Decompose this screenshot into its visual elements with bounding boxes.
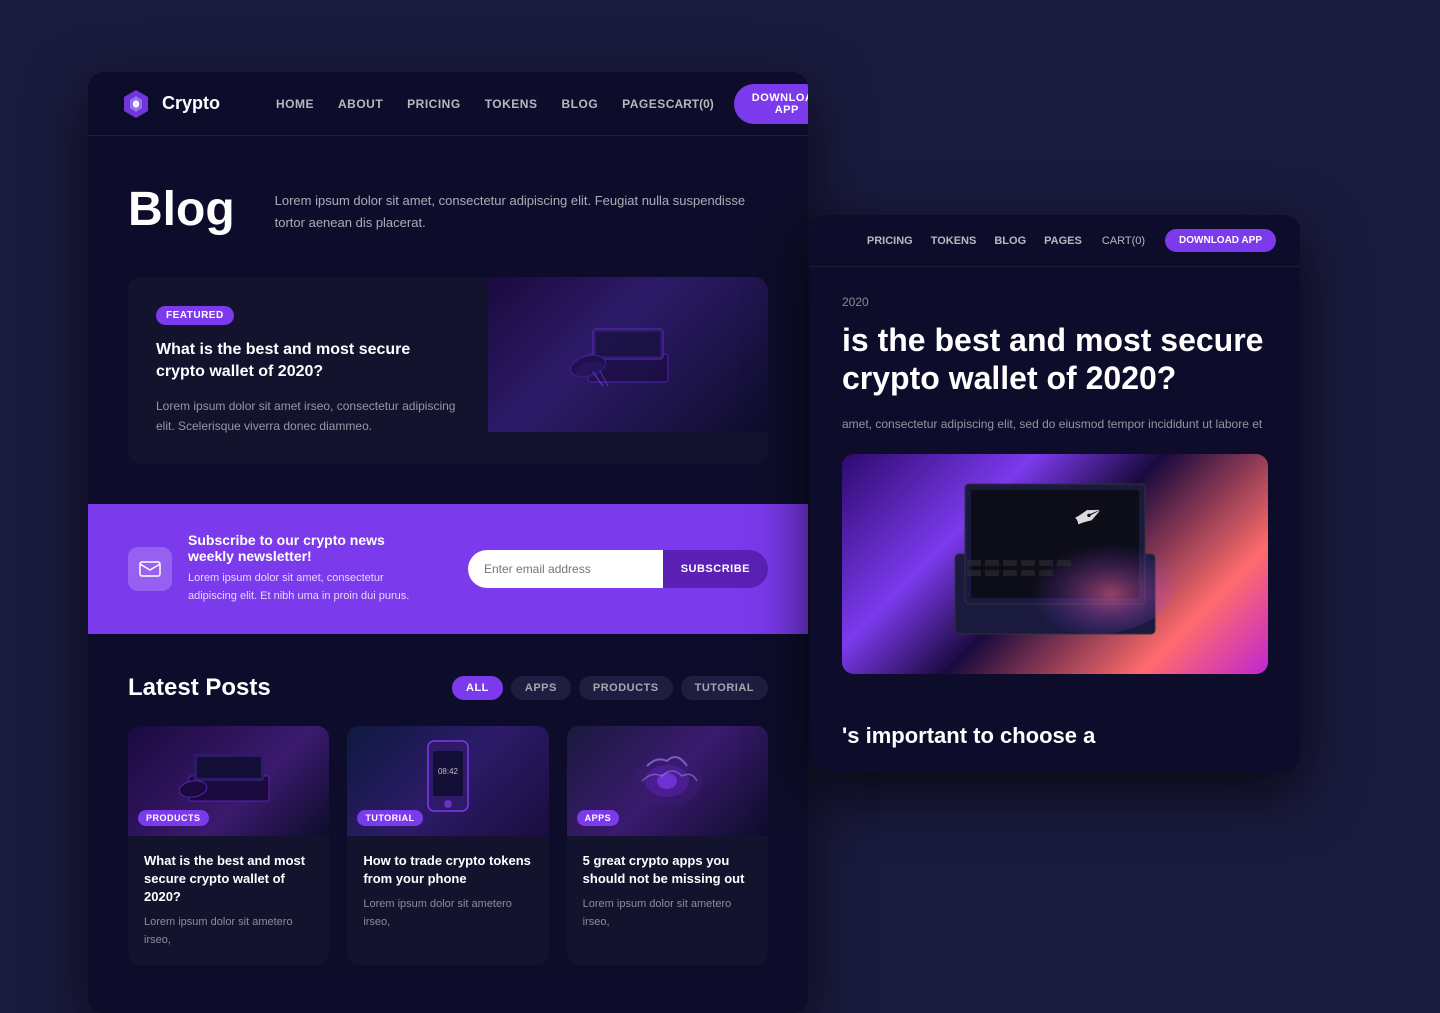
nav-about[interactable]: ABOUT [338, 97, 383, 111]
featured-content: FEATURED What is the best and most secur… [128, 277, 488, 465]
filter-all[interactable]: ALL [452, 676, 503, 700]
post-badge-2: TUTORIAL [357, 810, 422, 826]
second-laptop-illustration: ✒ [895, 464, 1215, 664]
newsletter-icon-wrap [128, 547, 172, 591]
download-app-button[interactable]: DOWNLOAD APP [734, 84, 808, 124]
second-bottom: 's important to choose a [810, 702, 1300, 771]
nav-pricing[interactable]: PRICING [407, 97, 461, 111]
post-illustration-2: 08:42 [418, 736, 478, 826]
newsletter-form: SUBSCRIBE [468, 550, 768, 588]
cart-label[interactable]: CART(0) [666, 97, 714, 111]
posts-grid: PRODUCTS What is the best and most secur… [128, 726, 768, 966]
newsletter-text-block: Subscribe to our crypto news weekly news… [188, 532, 428, 605]
newsletter-section: Subscribe to our crypto news weekly news… [88, 504, 808, 633]
nav-home[interactable]: HOME [276, 97, 314, 111]
nav-pages[interactable]: PAGES [622, 97, 666, 111]
featured-card-text: Lorem ipsum dolor sit amet irseo, consec… [156, 396, 460, 437]
featured-image-overlay [488, 277, 768, 432]
post-badge-1: PRODUCTS [138, 810, 209, 826]
post-image-3: APPS [567, 726, 768, 836]
post-badge-wrap-2: TUTORIAL [357, 808, 422, 826]
blog-description: Lorem ipsum dolor sit amet, consectetur … [275, 184, 768, 234]
second-window: PRICING TOKENS BLOG PAGES CART(0) DOWNLO… [810, 215, 1300, 771]
newsletter-email-input[interactable] [468, 550, 663, 588]
svg-text:08:42: 08:42 [438, 767, 459, 776]
post-image-1: PRODUCTS [128, 726, 329, 836]
post-card-2[interactable]: 08:42 TUTORIAL How to trade crypto token… [347, 726, 548, 966]
second-bottom-title: 's important to choose a [842, 722, 1268, 751]
second-nav-links: PRICING TOKENS BLOG PAGES [867, 235, 1082, 247]
post-text-3: Lorem ipsum dolor sit ametero irseo, [583, 896, 752, 931]
nav-tokens[interactable]: TOKENS [485, 97, 538, 111]
second-cart-label[interactable]: CART(0) [1102, 235, 1145, 247]
filter-tabs: ALL APPS PRODUCTS TUTORIAL [452, 676, 768, 700]
post-card-1[interactable]: PRODUCTS What is the best and most secur… [128, 726, 329, 966]
post-badge-wrap-3: APPS [577, 808, 620, 826]
post-card-3[interactable]: APPS 5 great crypto apps you should not … [567, 726, 768, 966]
brand-name: Crypto [162, 93, 220, 114]
post-illustration-1 [179, 746, 279, 816]
post-content-1: What is the best and most secure crypto … [128, 836, 329, 966]
post-badge-3: APPS [577, 810, 620, 826]
hand-laptop-illustration [568, 314, 688, 394]
post-title-1: What is the best and most secure crypto … [144, 852, 313, 907]
posts-section-title: Latest Posts [128, 674, 271, 702]
blog-hero: Blog Lorem ipsum dolor sit amet, consect… [88, 136, 808, 277]
featured-badge: FEATURED [156, 306, 234, 325]
brand[interactable]: Crypto [120, 88, 220, 120]
second-article-image-inner: ✒ [842, 454, 1268, 674]
posts-header: Latest Posts ALL APPS PRODUCTS TUTORIAL [128, 674, 768, 702]
newsletter-left: Subscribe to our crypto news weekly news… [128, 532, 428, 605]
post-title-2: How to trade crypto tokens from your pho… [363, 852, 532, 888]
nav-links: HOME ABOUT PRICING TOKENS BLOG PAGES [276, 97, 666, 111]
second-navbar: PRICING TOKENS BLOG PAGES CART(0) DOWNLO… [810, 215, 1300, 267]
nav-right: CART(0) DOWNLOAD APP [666, 84, 808, 124]
featured-card-title: What is the best and most secure crypto … [156, 339, 460, 384]
filter-apps[interactable]: APPS [511, 676, 571, 700]
post-title-3: 5 great crypto apps you should not be mi… [583, 852, 752, 888]
second-article-text: amet, consectetur adipiscing elit, sed d… [842, 414, 1268, 434]
second-article-content: 2020 is the best and most secure crypto … [810, 267, 1300, 702]
second-article-title: is the best and most secure crypto walle… [842, 321, 1268, 398]
post-illustration-3 [617, 746, 717, 816]
second-nav-pages[interactable]: PAGES [1044, 235, 1082, 247]
brand-icon [120, 88, 152, 120]
newsletter-heading: Subscribe to our crypto news weekly news… [188, 532, 428, 564]
featured-card[interactable]: FEATURED What is the best and most secur… [128, 277, 768, 465]
filter-tutorial[interactable]: TUTORIAL [681, 676, 768, 700]
post-text-1: Lorem ipsum dolor sit ametero irseo, [144, 914, 313, 949]
post-content-2: How to trade crypto tokens from your pho… [347, 836, 548, 948]
second-article-image: ✒ [842, 454, 1268, 674]
newsletter-text: Lorem ipsum dolor sit amet, consectetur … [188, 570, 428, 605]
blog-title: Blog [128, 184, 235, 237]
second-article-date: 2020 [842, 295, 1268, 309]
post-text-2: Lorem ipsum dolor sit ametero irseo, [363, 896, 532, 931]
newsletter-subscribe-button[interactable]: SUBSCRIBE [663, 550, 768, 588]
nav-blog[interactable]: BLOG [561, 97, 598, 111]
latest-posts-section: Latest Posts ALL APPS PRODUCTS TUTORIAL [88, 634, 808, 1013]
main-navbar: Crypto HOME ABOUT PRICING TOKENS BLOG PA… [88, 72, 808, 136]
second-nav-blog[interactable]: BLOG [994, 235, 1026, 247]
main-window: Crypto HOME ABOUT PRICING TOKENS BLOG PA… [88, 72, 808, 1013]
second-nav-pricing[interactable]: PRICING [867, 235, 913, 247]
featured-section: FEATURED What is the best and most secur… [88, 277, 808, 505]
post-image-2: 08:42 TUTORIAL [347, 726, 548, 836]
featured-image [488, 277, 768, 432]
filter-products[interactable]: PRODUCTS [579, 676, 673, 700]
second-download-button[interactable]: DOWNLOAD APP [1165, 229, 1276, 252]
second-nav-tokens[interactable]: TOKENS [931, 235, 977, 247]
post-content-3: 5 great crypto apps you should not be mi… [567, 836, 768, 948]
post-badge-wrap-1: PRODUCTS [138, 808, 209, 826]
email-icon [139, 561, 161, 577]
